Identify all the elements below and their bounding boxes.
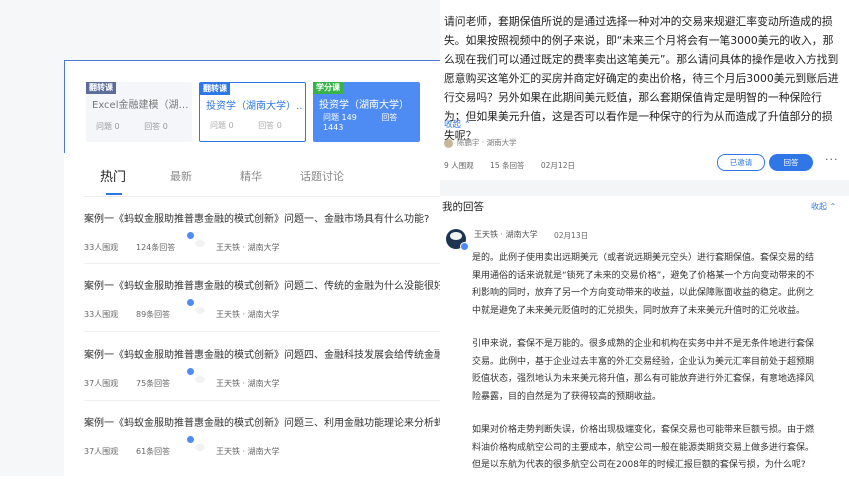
tab-hot[interactable]: 热门: [100, 166, 126, 185]
view-count: 37人围观: [84, 379, 119, 388]
course-card-investment-flip[interactable]: 翻转课 投资学（湖南大学）… 问题 0 回答 0: [199, 82, 306, 142]
question-meta: 33人围观 124条回答 王天铁 · 湖南大学: [84, 231, 440, 256]
question-count: 问题 149: [323, 113, 357, 122]
question-item[interactable]: 案例一《蚂蚁金服助推普惠金融的模式创新》问题四、金融科技发展会给传统金融带来 3…: [84, 346, 440, 392]
view-count: 9 人围观: [444, 161, 474, 170]
view-count: 33人围观: [84, 310, 119, 319]
collapse-label: 收起: [811, 202, 827, 211]
answer-count: 75条回答: [136, 379, 171, 388]
author-name[interactable]: 王天铁 · 湖南大学: [216, 446, 280, 457]
answer-author[interactable]: 王天铁 · 湖南大学: [474, 229, 538, 240]
question-title[interactable]: 案例一《蚂蚁金服助推普惠金融的模式创新》问题三、利用金融功能理论来分析蚂蚁金: [84, 414, 440, 429]
course-card-excel[interactable]: 翻转课 Excel金融建模（湖… 问题 0 回答 0: [86, 82, 192, 142]
more-options-icon[interactable]: ···: [825, 153, 839, 166]
invited-button[interactable]: 已邀请: [717, 154, 765, 171]
question-item[interactable]: 案例一《蚂蚁金服助推普惠金融的模式创新》问题二、传统的金融为什么没能很好的解 3…: [84, 277, 440, 323]
author-name[interactable]: 王天铁 · 湖南大学: [216, 309, 280, 320]
answer-count: 15 条回答: [490, 161, 525, 170]
course-tag: 学分课: [313, 82, 343, 94]
answer-button[interactable]: 回答: [769, 154, 813, 171]
author-name[interactable]: 王天铁 · 湖南大学: [216, 242, 280, 253]
course-stats: 问题 0 回答 0: [210, 120, 304, 131]
tab-divider: [84, 196, 440, 197]
asker-info: 陈鹏宇 · 湖南大学: [444, 137, 517, 148]
question-meta: 37人围观 61条回答 王天铁 · 湖南大学: [84, 435, 440, 460]
answer-body: 是的。此例子使用卖出远期美元（或者说远期美元空头）进行套期保值。套保交易的结果用…: [472, 250, 820, 491]
author-name[interactable]: 王天铁 · 湖南大学: [216, 378, 280, 389]
avatar: [446, 229, 469, 251]
tab-bar: 热门 最新 精华 话题讨论: [64, 160, 440, 190]
answer-count: 回答 0: [144, 122, 168, 131]
post-date: 02月12日: [540, 161, 575, 170]
course-stats: 问题 0 回答 0: [96, 121, 190, 132]
question-item[interactable]: 案例一《蚂蚁金服助推普惠金融的模式创新》问题三、利用金融功能理论来分析蚂蚁金 3…: [84, 414, 440, 460]
question-count: 问题 0: [96, 122, 120, 131]
tab-discussion[interactable]: 话题讨论: [300, 168, 344, 184]
collapse-answer-button[interactable]: 收起 ⌃: [811, 201, 836, 212]
question-title[interactable]: 案例一《蚂蚁金服助推普惠金融的模式创新》问题四、金融科技发展会给传统金融带来: [84, 346, 440, 361]
answer-count: 回答 0: [258, 121, 282, 130]
course-stats: 问题 149 回答 1443: [323, 112, 420, 132]
answer-date: 02月13日: [554, 231, 589, 240]
verified-badge-icon: [186, 367, 195, 376]
verified-badge-icon: [460, 242, 469, 251]
my-answer-heading: 我的回答: [442, 201, 484, 213]
question-title[interactable]: 案例一《蚂蚁金服助推普惠金融的模式创新》问题二、传统的金融为什么没能很好的解: [84, 277, 440, 292]
answer-count: 61条回答: [136, 447, 171, 456]
answer-count: 89条回答: [136, 310, 171, 319]
tab-latest[interactable]: 最新: [170, 168, 192, 184]
answer-paragraph: 如果对价格走势判断失误，价格出现极端变化，套保交易也可能带来巨额亏损。由于燃料油…: [472, 425, 815, 470]
verified-badge-icon: [186, 231, 195, 240]
course-name: 投资学（湖南大学）: [319, 100, 409, 111]
question-meta: 37人围观 75条回答 王天铁 · 湖南大学: [84, 367, 440, 392]
course-tag: 翻转课: [86, 82, 116, 94]
question-title[interactable]: 案例一《蚂蚁金服助推普惠金融的模式创新》问题一、金融市场具有什么功能?: [84, 210, 440, 225]
chevron-up-icon: ⌃: [829, 202, 837, 211]
answer-paragraph: 是的。此例子使用卖出远期美元（或者说远期美元空头）进行套期保值。套保交易的结果用…: [472, 253, 815, 316]
avatar: [444, 138, 453, 148]
collapse-label: 收起: [444, 120, 462, 130]
asker-name[interactable]: 陈鹏宇 · 湖南大学: [457, 138, 517, 147]
course-name: Excel金融建模（湖…: [92, 100, 188, 111]
course-card-investment-credit[interactable]: 学分课 投资学（湖南大学） 问题 149 回答 1443: [313, 82, 420, 142]
row-divider: [84, 400, 440, 401]
question-stats: 9 人围观 15 条回答 02月12日: [444, 160, 589, 171]
course-name: 投资学（湖南大学）…: [206, 101, 302, 112]
verified-badge-icon: [186, 298, 195, 307]
question-item[interactable]: 案例一《蚂蚁金服助推普惠金融的模式创新》问题一、金融市场具有什么功能? 33人围…: [84, 210, 440, 256]
collapse-question-button[interactable]: 收起 ⌃: [444, 118, 471, 130]
view-count: 33人围观: [84, 243, 119, 252]
answer-paragraph: 引申来说，套保不是万能的。很多成熟的企业和机构在实务中并不是无条件地进行套保交易…: [472, 339, 815, 402]
active-tab-indicator: [106, 193, 122, 195]
tab-featured[interactable]: 精华: [240, 168, 262, 184]
question-detail-panel: 请问老师，套期保值所说的是通过选择一种对冲的交易来规避汇率变动所造成的损失。如果…: [440, 0, 849, 476]
section-gap: [440, 180, 849, 196]
verified-badge-icon: [186, 435, 195, 444]
row-divider: [84, 331, 440, 332]
view-count: 37人围观: [84, 447, 119, 456]
question-text: 请问老师，套期保值所说的是通过选择一种对冲的交易来规避汇率变动所造成的损失。如果…: [444, 15, 839, 142]
row-divider: [84, 263, 440, 264]
question-count: 问题 0: [210, 121, 234, 130]
answer-count: 124条回答: [136, 243, 176, 252]
chevron-up-icon: ⌃: [463, 120, 471, 130]
course-tag: 翻转课: [200, 83, 230, 95]
question-meta: 33人围观 89条回答 王天铁 · 湖南大学: [84, 298, 440, 323]
